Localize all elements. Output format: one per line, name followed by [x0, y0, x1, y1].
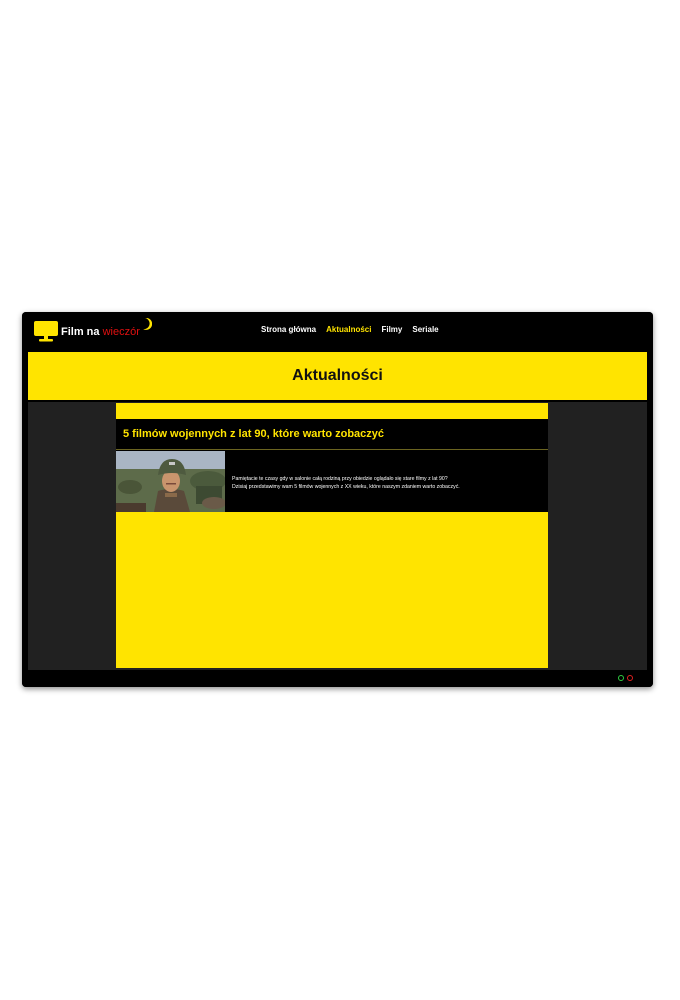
- nav-item-home[interactable]: Strona główna: [261, 325, 316, 334]
- main-nav: Strona główna Aktualności Filmy Seriale: [261, 325, 439, 334]
- article-title[interactable]: 5 filmów wojennych z lat 90, które warto…: [116, 419, 548, 450]
- navbar: Film na wieczór Strona główna Aktualnośc…: [22, 312, 653, 350]
- brand-name-accent: wieczór: [102, 326, 140, 338]
- brand-name-main: Film na: [61, 326, 100, 338]
- article-thumbnail[interactable]: [116, 451, 225, 512]
- brand-name: Film na wieczór: [61, 317, 153, 339]
- app-window: Film na wieczór Strona główna Aktualnośc…: [22, 312, 653, 687]
- article-excerpt-line: Dzisiaj przedstawimy wam 5 filmów wojenn…: [232, 484, 460, 490]
- crescent-moon-icon: [142, 317, 153, 334]
- nav-item-news[interactable]: Aktualności: [326, 325, 371, 334]
- nav-item-series[interactable]: Seriale: [412, 325, 438, 334]
- monitor-icon: [34, 321, 58, 343]
- article-excerpt-line: Pamiętacie te czasy gdy w salonie całą r…: [232, 476, 448, 482]
- nav-item-movies[interactable]: Filmy: [381, 325, 402, 334]
- red-dot-icon: [627, 675, 633, 681]
- article-card[interactable]: 5 filmów wojennych z lat 90, które warto…: [116, 419, 548, 512]
- page-header: Aktualności: [28, 352, 647, 400]
- footer: [22, 670, 653, 687]
- article-excerpt: Pamiętacie te czasy gdy w salonie całą r…: [232, 475, 542, 491]
- brand-logo[interactable]: Film na wieczór: [34, 317, 153, 344]
- page-title: Aktualności: [292, 367, 383, 384]
- green-dot-icon: [618, 675, 624, 681]
